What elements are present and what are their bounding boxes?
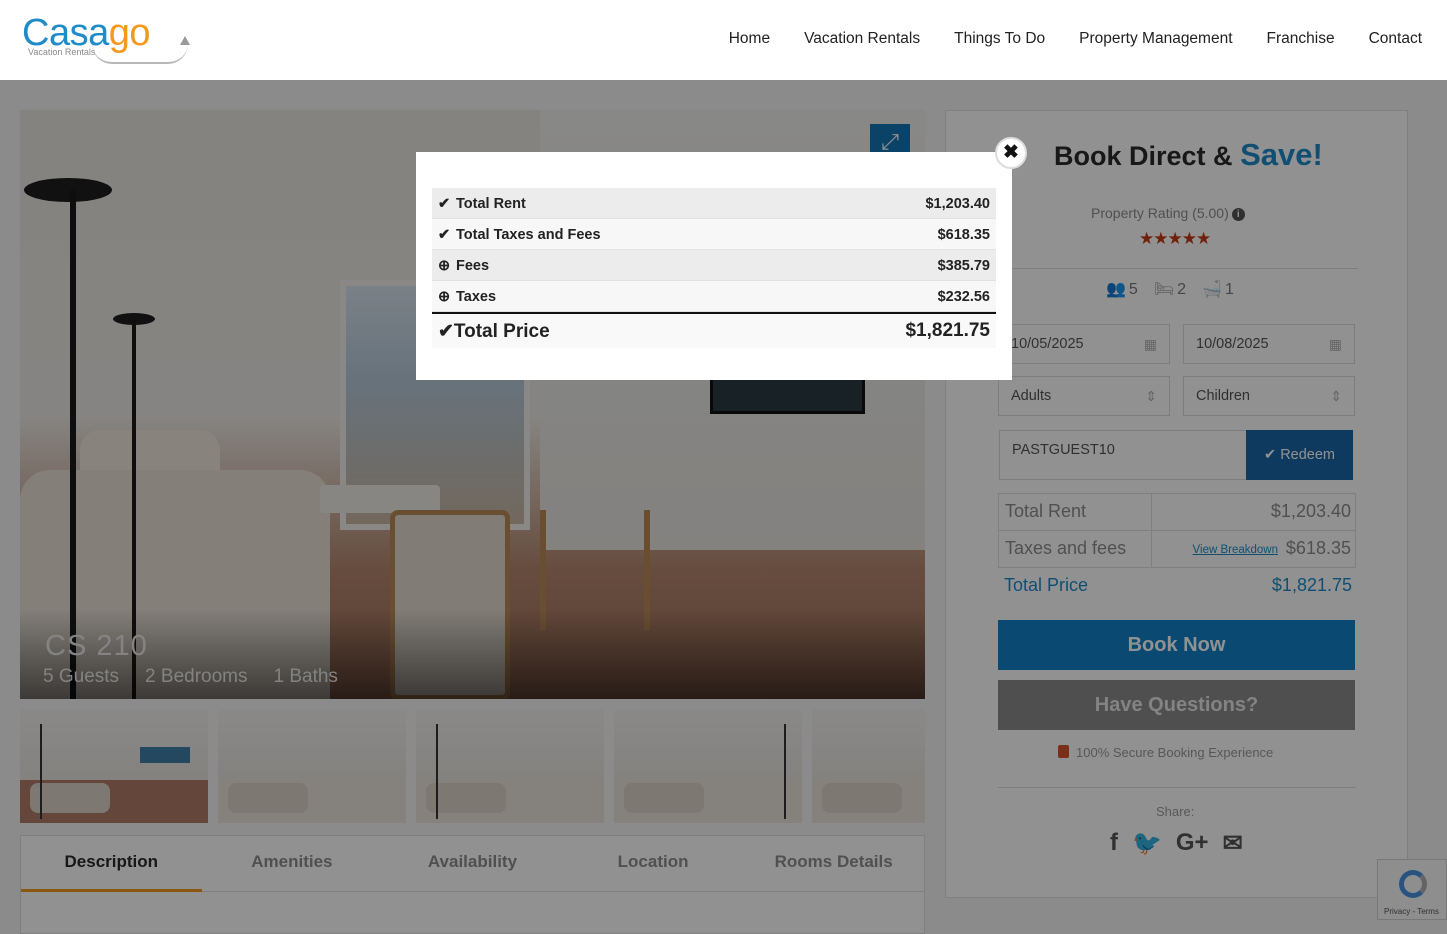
logo-mountain-icon (180, 36, 190, 45)
nav-franchise[interactable]: Franchise (1267, 30, 1335, 48)
nav-property-management[interactable]: Property Management (1079, 30, 1232, 48)
plus-circle-icon[interactable]: ⊕ (438, 289, 452, 305)
breakdown-row-taxes[interactable]: ⊕ Taxes $232.56 (432, 281, 996, 312)
main-nav: Home Vacation Rentals Things To Do Prope… (695, 30, 1422, 48)
logo-tagline: Vacation Rentals (28, 47, 96, 57)
breakdown-total-row: ✔Total Price $1,821.75 (432, 312, 996, 348)
breakdown-row-taxes-fees: ✔ Total Taxes and Fees $618.35 (432, 219, 996, 250)
site-header: Casago Vacation Rentals Home Vacation Re… (0, 0, 1447, 80)
breakdown-row-fees[interactable]: ⊕ Fees $385.79 (432, 250, 996, 281)
breakdown-table: ✔ Total Rent $1,203.40 ✔ Total Taxes and F… (432, 188, 996, 348)
check-icon: ✔ (438, 196, 451, 212)
logo-swoosh (92, 44, 188, 64)
price-breakdown-modal: ✔ Total Rent $1,203.40 ✔ Total Taxes and F… (416, 152, 1012, 380)
breakdown-row-total-rent: ✔ Total Rent $1,203.40 (432, 188, 996, 219)
nav-vacation-rentals[interactable]: Vacation Rentals (804, 30, 920, 48)
check-icon: ✔ (438, 227, 451, 243)
nav-contact[interactable]: Contact (1369, 30, 1422, 48)
nav-home[interactable]: Home (729, 30, 770, 48)
plus-circle-icon[interactable]: ⊕ (438, 258, 452, 274)
check-icon: ✔ (438, 321, 454, 342)
close-icon[interactable]: ✖ (995, 137, 1027, 169)
casago-logo[interactable]: Casago Vacation Rentals (22, 12, 190, 68)
nav-things-to-do[interactable]: Things To Do (954, 30, 1045, 48)
